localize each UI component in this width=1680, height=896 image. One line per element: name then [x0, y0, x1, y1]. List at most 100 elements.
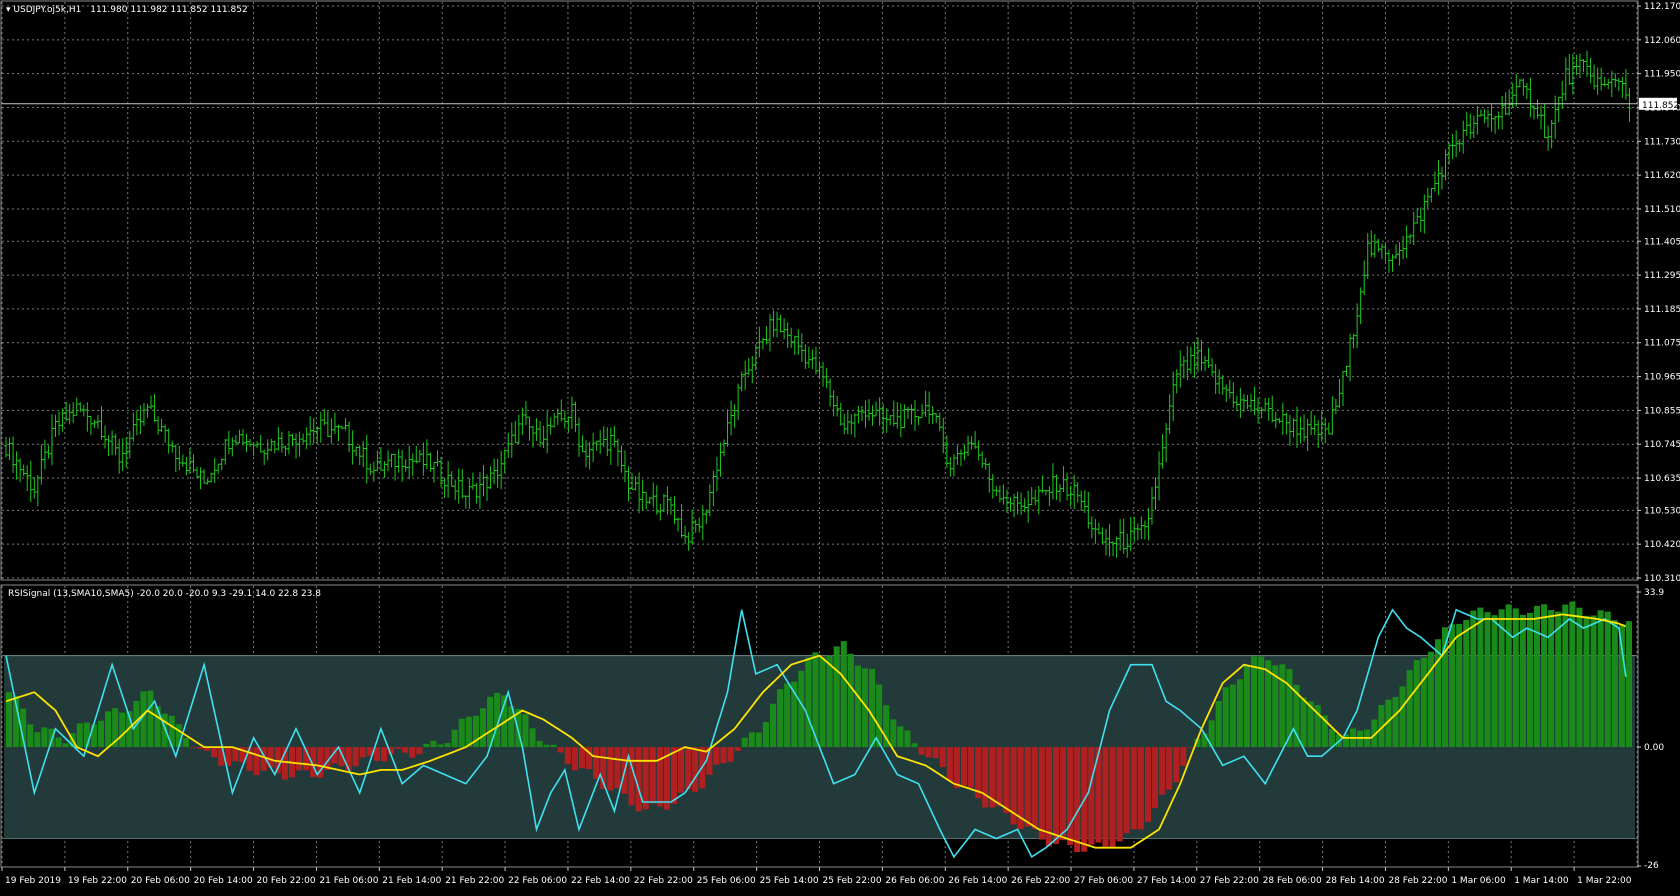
ohlc-bar [1616, 78, 1621, 92]
histogram-bar [444, 742, 451, 748]
dropdown-triangle-icon[interactable]: ▾ [6, 5, 11, 15]
histogram-bar [670, 747, 678, 804]
ohlc-bar [1609, 70, 1614, 98]
histogram-bar [1067, 747, 1074, 846]
histogram-bar [543, 744, 550, 748]
ohlc-bar [902, 404, 907, 429]
ohlc-bar [159, 418, 164, 433]
ohlc-bar [269, 438, 274, 452]
ohlc-bar [187, 448, 192, 474]
ohlc-bar [1029, 486, 1034, 506]
ohlc-bar [1050, 463, 1055, 500]
ohlc-bar [1026, 490, 1031, 523]
histogram-bar [960, 747, 968, 786]
ohlc-bar [180, 454, 185, 467]
ohlc-bar [1440, 166, 1445, 190]
histogram-bar [769, 703, 777, 748]
ohlc-bar [817, 360, 822, 378]
ohlc-bar [1111, 541, 1116, 557]
histogram-bar [593, 747, 600, 779]
ohlc-bar [1015, 491, 1020, 515]
histogram-bar [1109, 747, 1116, 849]
histogram-bar [713, 747, 720, 765]
ohlc-bar [492, 458, 497, 485]
histogram-bar [189, 747, 196, 748]
symbol-header[interactable]: ▾ USDJPY.oj5k,H1 111.980 111.982 111.852… [6, 5, 248, 15]
ohlc-bar [357, 444, 362, 466]
ohlc-bar [1192, 341, 1197, 378]
ohlc-bar [601, 426, 606, 447]
ohlc-bar [591, 432, 596, 463]
time-tick-label: 1 Mar 14:00 [1514, 876, 1569, 886]
ohlc-bar [7, 437, 12, 461]
ohlc-bar [212, 457, 217, 484]
price-tick-label: 112.060 [1644, 36, 1680, 46]
ohlc-bar [1284, 412, 1289, 435]
ohlc-bar [1613, 73, 1618, 88]
ohlc-bar [1213, 363, 1218, 394]
ohlc-bar [1620, 76, 1625, 98]
ohlc-bar [1132, 516, 1137, 543]
time-axis: 19 Feb 2019 19 Feb 22:00 20 Feb 06:00 20 Fe… [1, 867, 1632, 886]
histogram-bar [876, 684, 883, 748]
histogram-bar [1357, 730, 1364, 748]
chart-canvas: 112.170112.060111.950111.840111.730111.6… [0, 0, 1680, 886]
ohlc-bar [1524, 82, 1529, 100]
ohlc-bar [877, 397, 882, 426]
ohlc-bar [562, 410, 567, 429]
ohlc-bar [1507, 89, 1512, 116]
ohlc-bar [205, 478, 210, 485]
ohlc-bar [576, 417, 581, 457]
ohlc-bar [1241, 394, 1246, 412]
histogram-bar [119, 712, 126, 748]
ohlc-bar [1001, 484, 1006, 505]
ohlc-bar [1266, 397, 1271, 421]
histogram-bar [1406, 670, 1413, 748]
histogram-bar [741, 737, 748, 748]
histogram-bar [678, 747, 685, 793]
histogram-bar [1052, 747, 1060, 844]
ohlc-bar [725, 409, 730, 447]
histogram-bar [536, 740, 543, 748]
histogram-bar [1541, 604, 1548, 748]
ohlc-bar [1408, 233, 1413, 245]
ohlc-bar [407, 445, 412, 480]
ohlc-bar [1210, 358, 1215, 376]
ohlc-bar [389, 453, 394, 468]
histogram-bar [253, 747, 260, 776]
histogram-bar [1484, 612, 1491, 748]
ohlc-bar [1401, 236, 1406, 260]
ohlc-bar [948, 457, 953, 477]
ohlc-bar [1461, 120, 1466, 154]
histogram-bar [727, 747, 734, 762]
histogram-bar [1590, 615, 1597, 748]
ohlc-bar [951, 454, 956, 477]
ohlc-bar [1411, 211, 1416, 245]
histogram-bar [826, 655, 833, 748]
ohlc-bar [1270, 395, 1275, 423]
histogram-bar [1526, 612, 1533, 748]
histogram-bar [557, 747, 564, 753]
histogram-bar [465, 716, 472, 748]
histogram-bar [635, 747, 642, 812]
ohlc-bar [1542, 104, 1547, 139]
price-tick-label: 110.530 [1644, 506, 1680, 516]
ohlc-bar [743, 360, 748, 391]
ohlc-bar [131, 412, 136, 442]
ohlc-bar [1355, 303, 1360, 349]
ohlc-bar [1079, 490, 1084, 511]
histogram-bar [1074, 747, 1081, 853]
ohlc-bar [531, 425, 536, 448]
histogram-bar [211, 747, 218, 758]
ohlc-bar [969, 436, 974, 450]
ohlc-bar [1376, 238, 1381, 252]
ohlc-bar [1294, 406, 1299, 448]
ohlc-bar [1418, 207, 1423, 233]
symbol-label: USDJPY.oj5k,H1 [13, 5, 82, 15]
ohlc-bar [1065, 472, 1070, 501]
ohlc-bar [1012, 493, 1017, 518]
time-tick-label: 27 Feb 14:00 [1137, 876, 1196, 886]
price-bars-layer [2, 50, 1637, 558]
price-tick-label: 111.730 [1644, 137, 1680, 147]
histogram-bar [897, 726, 904, 748]
